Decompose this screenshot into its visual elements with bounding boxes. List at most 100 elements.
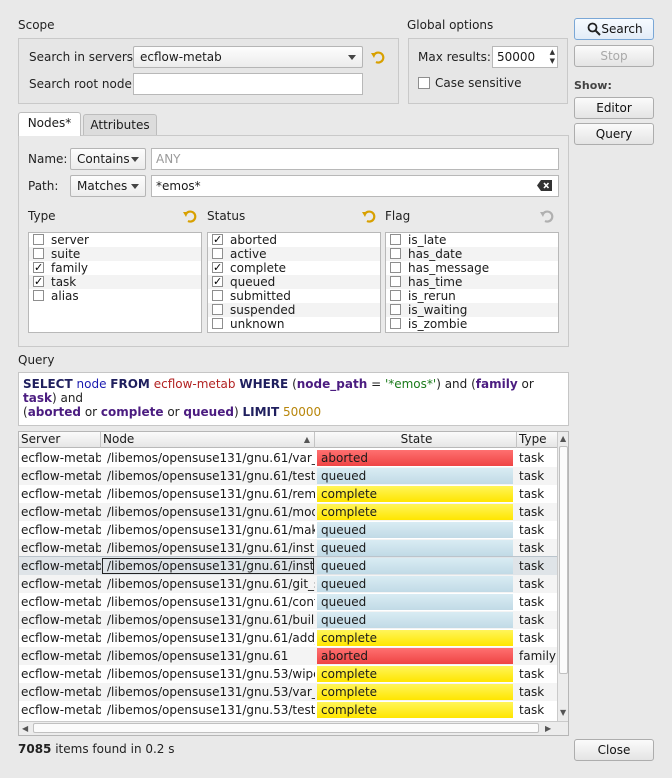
flag-checkbox[interactable] — [390, 276, 401, 287]
path-input[interactable]: *emos* — [151, 175, 559, 197]
reset-type-icon[interactable] — [182, 208, 198, 224]
reset-servers-icon[interactable] — [370, 49, 386, 65]
status-item-submitted[interactable]: submitted — [208, 289, 380, 303]
case-sensitive-label: Case sensitive — [435, 76, 522, 90]
table-row[interactable]: ecflow-metab/libemos/opensuse131/gnu.53/… — [19, 683, 557, 701]
name-mode-combo[interactable]: Contains — [70, 148, 146, 170]
flag-item-is-waiting[interactable]: is_waiting — [386, 303, 558, 317]
results-count: 7085 items found in 0.2 s — [18, 742, 175, 756]
table-row[interactable]: ecflow-metab/libemos/opensuse131/gnu.61/… — [19, 556, 558, 576]
flag-checkbox[interactable] — [390, 290, 401, 301]
state-cell: queued — [317, 522, 513, 538]
flag-item-is-zombie[interactable]: is_zombie — [386, 317, 558, 331]
type-item-suite[interactable]: suite — [29, 247, 201, 261]
column-node-label: Node — [103, 432, 135, 446]
results-table[interactable]: Server Node ▲ State Type ecflow-metab/li… — [18, 431, 569, 736]
query-button[interactable]: Query — [574, 123, 654, 145]
scroll-up-icon[interactable]: ▲ — [560, 434, 566, 443]
table-row[interactable]: ecflow-metab/libemos/opensuse131/gnu.61/… — [19, 629, 557, 647]
table-row[interactable]: ecflow-metab/libemos/opensuse131/gnu.61/… — [19, 611, 557, 629]
status-list[interactable]: ✓ aborted active ✓ complete ✓ queued submitted s… — [207, 232, 381, 333]
table-row[interactable]: ecflow-metab/libemos/opensuse131/gnu.61 a… — [19, 647, 557, 665]
close-button[interactable]: Close — [574, 739, 654, 761]
search-root-input[interactable] — [133, 73, 363, 95]
table-row[interactable]: ecflow-metab/libemos/opensuse131/gnu.61/… — [19, 485, 557, 503]
state-cell: complete — [317, 486, 513, 502]
reset-status-icon[interactable] — [361, 208, 377, 224]
status-checkbox[interactable] — [212, 290, 223, 301]
editor-button[interactable]: Editor — [574, 97, 654, 119]
tab-nodes[interactable]: Nodes* — [18, 112, 81, 136]
max-results-spinbox[interactable]: 50000 ▲ ▼ — [492, 46, 558, 68]
clear-text-icon[interactable] — [537, 180, 552, 191]
search-button[interactable]: Search — [574, 18, 654, 40]
case-sensitive-checkbox[interactable] — [418, 77, 430, 89]
flag-item-label: is_late — [408, 233, 447, 247]
type-checkbox[interactable] — [33, 234, 44, 245]
flag-item-has-time[interactable]: has_time — [386, 275, 558, 289]
status-checkbox[interactable] — [212, 248, 223, 259]
tab-attributes[interactable]: Attributes — [83, 114, 157, 136]
flag-item-is-late[interactable]: is_late — [386, 233, 558, 247]
column-state[interactable]: State — [315, 432, 517, 448]
flag-checkbox[interactable] — [390, 304, 401, 315]
column-server[interactable]: Server — [19, 432, 101, 448]
flag-checkbox[interactable] — [390, 248, 401, 259]
type-item-family[interactable]: ✓ family — [29, 261, 201, 275]
status-checkbox[interactable] — [212, 304, 223, 315]
type-item-server[interactable]: server — [29, 233, 201, 247]
type-checkbox[interactable] — [33, 290, 44, 301]
flag-checkbox[interactable] — [390, 262, 401, 273]
type-list[interactable]: server suite ✓ family ✓ task alias — [28, 232, 202, 333]
table-row[interactable]: ecflow-metab/libemos/opensuse131/gnu.61/… — [19, 539, 557, 557]
status-item-queued[interactable]: ✓ queued — [208, 275, 380, 289]
table-row[interactable]: ecflow-metab/libemos/opensuse131/gnu.61/… — [19, 521, 557, 539]
flag-item-is-rerun[interactable]: is_rerun — [386, 289, 558, 303]
type-item-task[interactable]: ✓ task — [29, 275, 201, 289]
scroll-down-icon[interactable]: ▼ — [560, 708, 566, 717]
table-row[interactable]: ecflow-metab/libemos/opensuse131/gnu.61/… — [19, 503, 557, 521]
stop-button[interactable]: Stop — [574, 45, 654, 67]
name-input[interactable]: ANY — [151, 148, 559, 170]
spin-down-icon[interactable]: ▼ — [550, 58, 555, 65]
status-item-unknown[interactable]: unknown — [208, 317, 380, 331]
column-node[interactable]: Node ▲ — [101, 432, 315, 448]
table-row[interactable]: ecflow-metab/libemos/opensuse131/gnu.61/… — [19, 467, 557, 485]
flag-list[interactable]: is_late has_date has_message has_time is_rer… — [385, 232, 559, 333]
status-checkbox[interactable]: ✓ — [212, 276, 223, 287]
table-row[interactable]: ecflow-metab/libemos/opensuse131/gnu.53/… — [19, 701, 557, 719]
status-item-aborted[interactable]: ✓ aborted — [208, 233, 380, 247]
type-cell: task — [519, 541, 545, 555]
flag-item-has-date[interactable]: has_date — [386, 247, 558, 261]
horizontal-scroll-thumb[interactable] — [33, 723, 539, 733]
reset-flag-icon[interactable] — [539, 208, 555, 224]
status-item-active[interactable]: active — [208, 247, 380, 261]
scroll-left-icon[interactable]: ◀ — [22, 724, 28, 733]
table-row[interactable]: ecflow-metab/libemos/opensuse131/gnu.53/… — [19, 665, 557, 683]
table-row[interactable]: ecflow-metab/libemos/opensuse131/gnu.61/… — [19, 449, 557, 467]
servers-combo[interactable]: ecflow-metab — [133, 46, 363, 68]
type-checkbox[interactable] — [33, 248, 44, 259]
status-item-suspended[interactable]: suspended — [208, 303, 380, 317]
status-checkbox[interactable]: ✓ — [212, 234, 223, 245]
server-cell: ecflow-metab — [21, 523, 101, 537]
status-checkbox[interactable] — [212, 318, 223, 329]
status-item-complete[interactable]: ✓ complete — [208, 261, 380, 275]
type-checkbox[interactable]: ✓ — [33, 276, 44, 287]
flag-checkbox[interactable] — [390, 318, 401, 329]
flag-item-has-message[interactable]: has_message — [386, 261, 558, 275]
flag-checkbox[interactable] — [390, 234, 401, 245]
scroll-right-icon[interactable]: ▶ — [545, 724, 551, 733]
type-item-alias[interactable]: alias — [29, 289, 201, 303]
spin-up-icon[interactable]: ▲ — [550, 49, 555, 56]
table-row[interactable]: ecflow-metab/libemos/opensuse131/gnu.61/… — [19, 593, 557, 611]
path-mode-combo[interactable]: Matches — [70, 175, 146, 197]
column-type[interactable]: Type — [517, 432, 557, 448]
status-checkbox[interactable]: ✓ — [212, 262, 223, 273]
server-cell: ecflow-metab — [21, 631, 101, 645]
horizontal-scrollbar[interactable]: ◀ ▶ — [19, 721, 568, 735]
table-row[interactable]: ecflow-metab/libemos/opensuse131/gnu.61/… — [19, 575, 557, 593]
type-checkbox[interactable]: ✓ — [33, 262, 44, 273]
vertical-scrollbar[interactable]: ▲ ▼ — [557, 432, 568, 721]
vertical-scroll-thumb[interactable] — [559, 446, 568, 674]
